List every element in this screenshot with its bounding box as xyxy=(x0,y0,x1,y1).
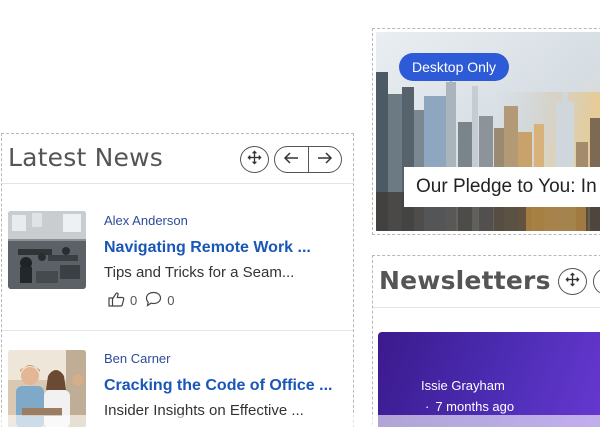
comments-count: 0 xyxy=(167,293,175,308)
latest-news-title: Latest News xyxy=(8,143,163,172)
move-widget-button[interactable] xyxy=(240,146,269,173)
news-author[interactable]: Alex Anderson xyxy=(104,213,188,228)
move-icon xyxy=(247,149,262,170)
comment-icon[interactable] xyxy=(145,291,162,310)
newsletters-widget: Newsletters Issie Grayham · 7 months ago xyxy=(372,255,600,427)
next-button[interactable] xyxy=(307,147,342,172)
arrow-right-icon xyxy=(317,151,333,169)
news-thumbnail[interactable] xyxy=(8,211,86,289)
newsletter-time: 7 months ago xyxy=(435,399,515,414)
news-author[interactable]: Ben Carner xyxy=(104,351,170,366)
news-item: Alex Anderson Navigating Remote Work ...… xyxy=(2,194,353,331)
news-title-link[interactable]: Navigating Remote Work ... xyxy=(104,239,344,257)
pledge-caption[interactable]: Our Pledge to You: In xyxy=(404,167,600,207)
newsletters-title: Newsletters xyxy=(379,266,551,295)
previous-button[interactable] xyxy=(275,147,308,172)
separator-dot: · xyxy=(425,399,430,414)
latest-news-widget: Latest News Alex Anderson Navigating Rem… xyxy=(1,133,354,427)
newsletter-author: Issie Grayham xyxy=(421,378,505,393)
desktop-only-badge: Desktop Only xyxy=(399,53,510,81)
news-item: Ben Carner Cracking the Code of Office .… xyxy=(2,334,353,427)
move-widget-button[interactable] xyxy=(558,268,587,295)
newsletters-header: Newsletters xyxy=(373,256,600,308)
bottom-fade xyxy=(0,415,600,427)
thumbs-up-icon[interactable] xyxy=(108,291,125,310)
move-icon xyxy=(565,271,580,292)
latest-news-header: Latest News xyxy=(2,134,353,184)
newsletters-pagination[interactable] xyxy=(593,268,600,295)
arrow-left-icon xyxy=(283,151,299,169)
pledge-banner-widget: Desktop Only Our Pledge to You: In xyxy=(372,28,600,235)
likes-count: 0 xyxy=(130,293,138,308)
newsletter-card[interactable]: Issie Grayham · 7 months ago xyxy=(378,332,600,427)
news-title-link[interactable]: Cracking the Code of Office ... xyxy=(104,377,344,395)
news-excerpt: Tips and Tricks for a Seam... xyxy=(104,264,295,281)
news-reactions: 0 0 xyxy=(108,291,182,310)
hero-image[interactable]: Desktop Only Our Pledge to You: In xyxy=(376,32,600,231)
newsletter-timestamp: · 7 months ago xyxy=(425,399,514,414)
news-pagination xyxy=(274,146,342,173)
